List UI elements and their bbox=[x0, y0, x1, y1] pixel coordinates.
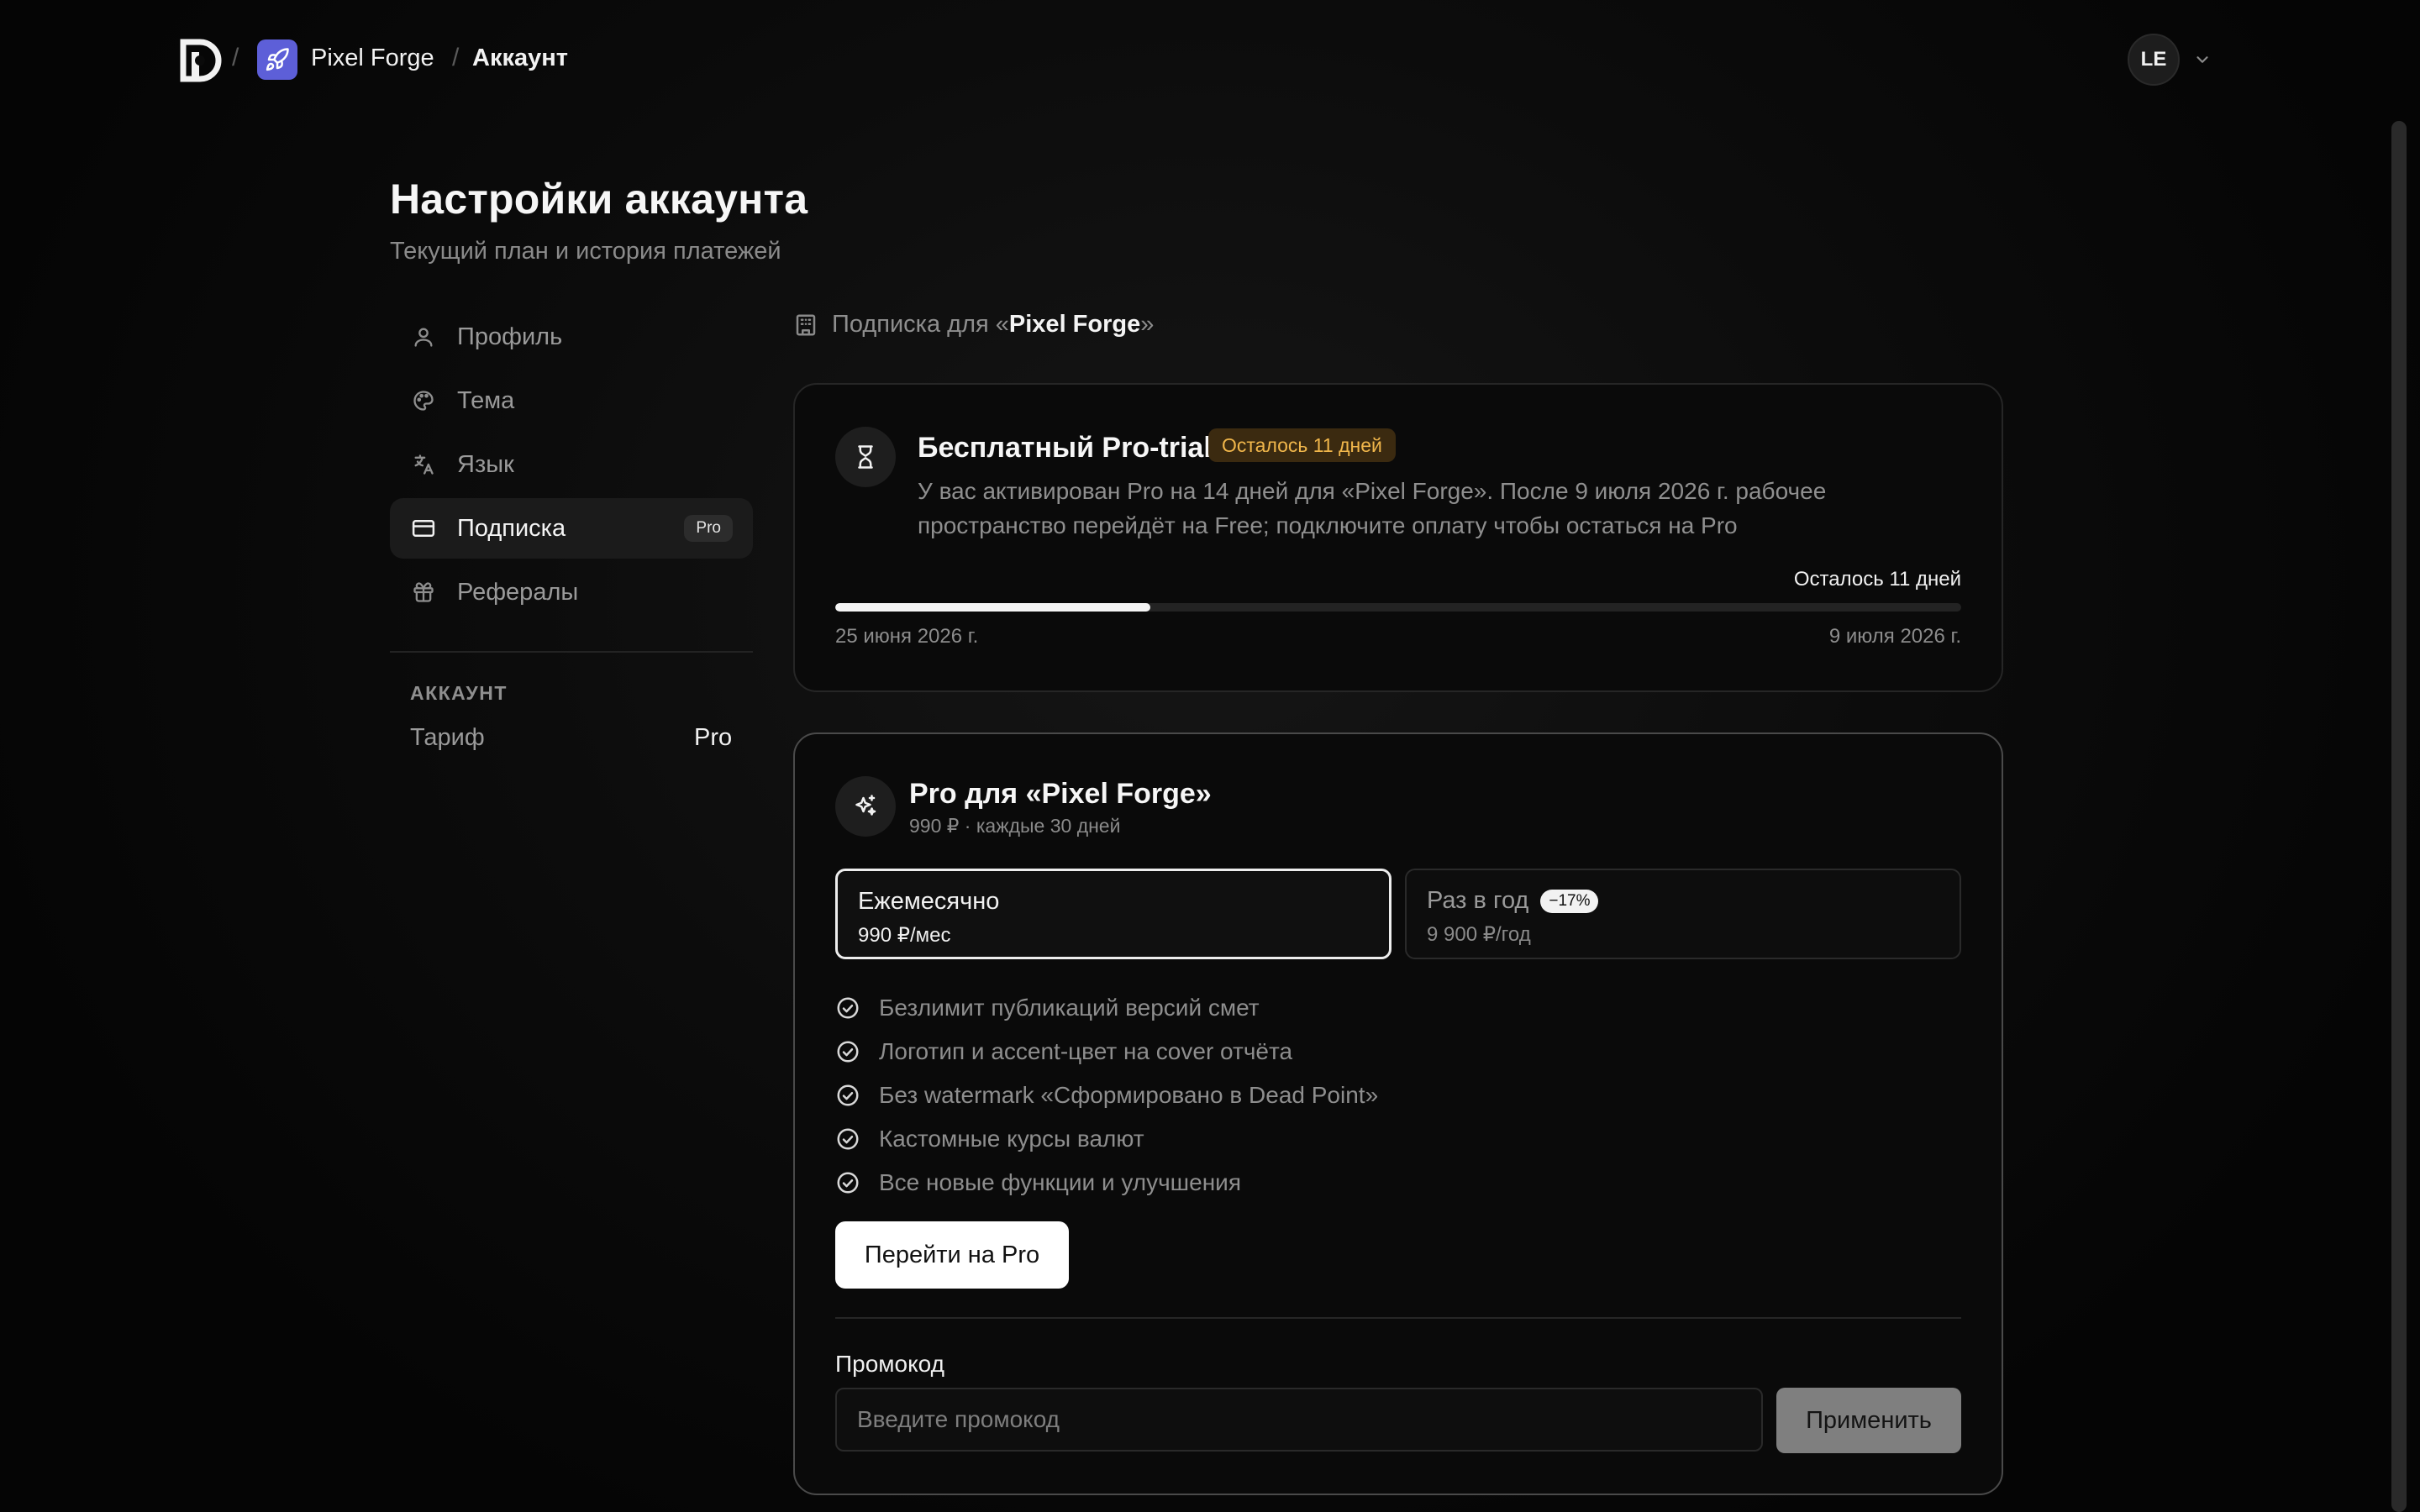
translate-icon bbox=[410, 451, 437, 478]
building-icon bbox=[793, 312, 818, 338]
check-circle-icon bbox=[835, 1039, 860, 1064]
subscription-workspace: Pixel Forge bbox=[1008, 311, 1141, 338]
settings-sidebar: Профиль Тема Язык Подписка Pro Рефералы bbox=[390, 307, 753, 626]
check-circle-icon bbox=[835, 995, 860, 1021]
sparkles-icon bbox=[835, 776, 896, 837]
subscription-prefix: Подписка для « bbox=[832, 311, 1009, 338]
trial-progress-fill bbox=[835, 603, 1151, 612]
check-circle-icon bbox=[835, 1170, 860, 1195]
plan-label: Тариф bbox=[410, 724, 485, 751]
apply-promo-button[interactable]: Применить bbox=[1776, 1388, 1961, 1453]
breadcrumb-workspace[interactable]: Pixel Forge bbox=[311, 45, 434, 72]
page-title: Настройки аккаунта bbox=[390, 176, 808, 223]
pro-plan-card: Pro для «Pixel Forge» 990 ₽ · каждые 30 … bbox=[793, 732, 2003, 1495]
subscription-suffix: » bbox=[1140, 311, 1155, 338]
sidebar-item-label: Рефералы bbox=[457, 578, 579, 606]
subscription-header: Подписка для «Pixel Forge» bbox=[793, 311, 1154, 339]
trial-progress-bar bbox=[835, 603, 1961, 612]
divider bbox=[835, 1317, 1961, 1319]
trial-description: У вас активирован Pro на 14 дней для «Pi… bbox=[918, 478, 1827, 538]
sidebar-item-theme[interactable]: Тема bbox=[390, 370, 753, 431]
breadcrumb-separator: / bbox=[232, 44, 239, 71]
sidebar-divider bbox=[390, 651, 753, 653]
chevron-down-icon[interactable] bbox=[2193, 50, 2212, 69]
user-avatar[interactable]: LE bbox=[2128, 34, 2180, 86]
list-item: Все новые функции и улучшения bbox=[835, 1161, 1378, 1205]
app-logo-icon[interactable] bbox=[180, 39, 222, 82]
feature-text: Без watermark «Сформировано в Dead Point… bbox=[879, 1082, 1379, 1108]
sidebar-item-label: Тема bbox=[457, 386, 515, 414]
pro-price-line: 990 ₽ · каждые 30 дней bbox=[909, 815, 1121, 837]
upgrade-to-pro-button[interactable]: Перейти на Pro bbox=[835, 1221, 1069, 1289]
trial-end-date: 9 июля 2026 г. bbox=[1828, 625, 1961, 648]
promo-code-label: Промокод bbox=[835, 1351, 944, 1377]
plan-option-name: Раз в год bbox=[1427, 887, 1529, 914]
list-item: Кастомные курсы валют bbox=[835, 1117, 1378, 1161]
sidebar-item-referrals[interactable]: Рефералы bbox=[390, 562, 753, 622]
feature-text: Кастомные курсы валют bbox=[879, 1126, 1144, 1152]
page-subtitle: Текущий план и история платежей bbox=[390, 238, 781, 265]
breadcrumb-current: Аккаунт bbox=[472, 45, 568, 71]
top-bar: / Pixel Forge / Аккаунт LE bbox=[0, 0, 2420, 122]
trial-title: Бесплатный Pro-trial bbox=[918, 432, 1212, 464]
feature-text: Все новые функции и улучшения bbox=[879, 1169, 1241, 1195]
trial-start-date: 25 июня 2026 г. bbox=[835, 625, 979, 648]
sidebar-item-label: Профиль bbox=[457, 323, 563, 350]
check-circle-icon bbox=[835, 1126, 860, 1152]
breadcrumb-separator: / bbox=[452, 44, 460, 71]
sidebar-item-profile[interactable]: Профиль bbox=[390, 307, 753, 367]
promo-code-input[interactable] bbox=[835, 1388, 1763, 1452]
list-item: Логотип и accent-цвет на cover отчёта bbox=[835, 1030, 1378, 1074]
plan-option-name-row: Раз в год −17% bbox=[1427, 887, 1599, 915]
scrollbar[interactable] bbox=[2391, 121, 2407, 1512]
sidebar-section-title: АККАУНТ bbox=[410, 682, 508, 704]
feature-text: Логотип и accent-цвет на cover отчёта bbox=[879, 1038, 1293, 1064]
plan-option-price: 990 ₽/мес bbox=[858, 924, 951, 947]
plan-value: Pro bbox=[694, 724, 733, 751]
plan-badge: Pro bbox=[684, 515, 733, 542]
hourglass-icon bbox=[835, 427, 896, 487]
gift-icon bbox=[410, 579, 437, 606]
plan-option-price: 9 900 ₽/год bbox=[1427, 923, 1531, 946]
user-icon bbox=[410, 323, 437, 350]
feature-text: Безлимит публикаций версий смет bbox=[879, 995, 1260, 1021]
feature-list: Безлимит публикаций версий смет Логотип … bbox=[835, 986, 1378, 1205]
credit-card-icon bbox=[410, 515, 437, 542]
palette-icon bbox=[410, 387, 437, 414]
trial-days-badge: Осталось 11 дней bbox=[1208, 428, 1396, 462]
plan-option-yearly[interactable]: Раз в год −17% 9 900 ₽/год bbox=[1405, 869, 1961, 959]
trial-card: Бесплатный Pro-trial Осталось 11 дней У … bbox=[793, 383, 2003, 692]
list-item: Безлимит публикаций версий смет bbox=[835, 986, 1378, 1030]
pro-title: Pro для «Pixel Forge» bbox=[909, 778, 1212, 810]
list-item: Без watermark «Сформировано в Dead Point… bbox=[835, 1074, 1378, 1117]
plan-option-name: Ежемесячно bbox=[858, 888, 1000, 915]
check-circle-icon bbox=[835, 1083, 860, 1108]
sidebar-item-subscription[interactable]: Подписка Pro bbox=[390, 498, 753, 559]
sidebar-item-label: Язык bbox=[457, 450, 514, 478]
sidebar-item-language[interactable]: Язык bbox=[390, 434, 753, 495]
trial-remaining-label: Осталось 11 дней bbox=[1793, 568, 1961, 591]
rocket-icon[interactable] bbox=[257, 39, 297, 80]
plan-option-monthly[interactable]: Ежемесячно 990 ₽/мес bbox=[835, 869, 1392, 959]
discount-badge: −17% bbox=[1540, 889, 1599, 913]
sidebar-item-label: Подписка bbox=[457, 514, 566, 542]
